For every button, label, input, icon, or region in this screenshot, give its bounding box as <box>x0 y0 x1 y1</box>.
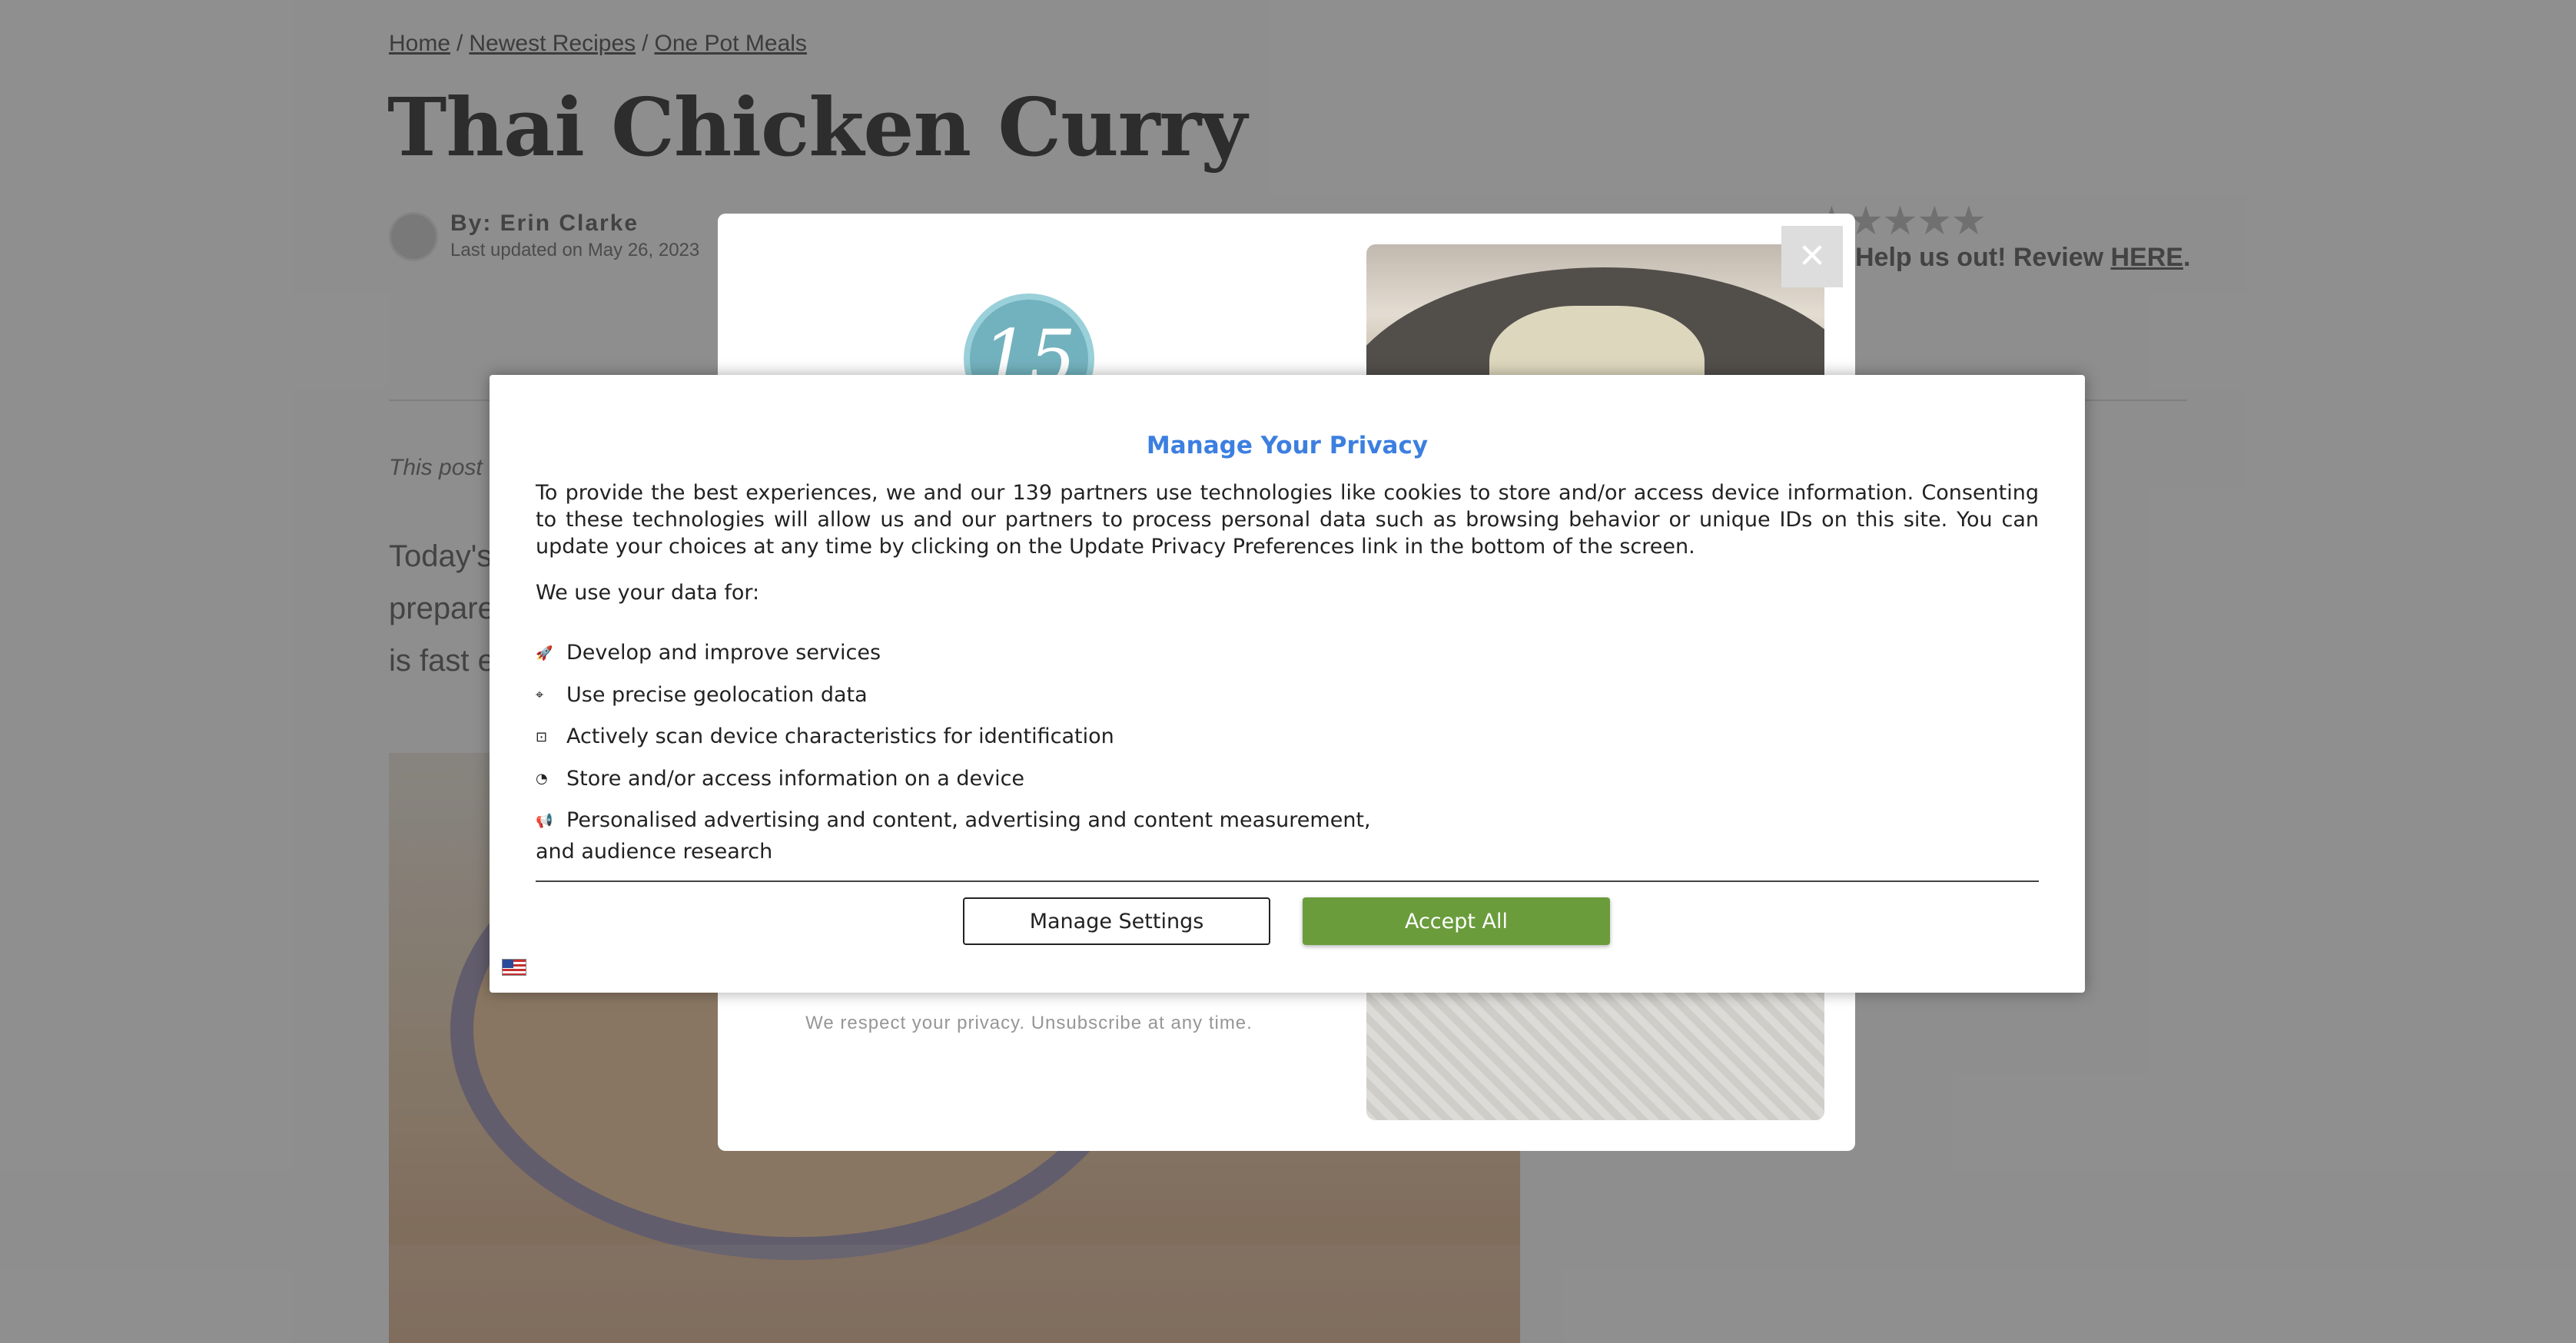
manage-settings-button[interactable]: Manage Settings <box>963 897 1270 945</box>
accept-all-button[interactable]: Accept All <box>1303 897 1610 945</box>
rocket-icon: 🚀 <box>536 645 553 662</box>
purpose-label: Store and/or access information on a dev… <box>566 766 1025 791</box>
megaphone-icon: 📢 <box>536 812 553 829</box>
purpose-label: Develop and improve services <box>566 641 881 665</box>
purpose-label: Use precise geolocation data <box>566 682 868 707</box>
consent-divider <box>536 880 2039 882</box>
consent-description: To provide the best experiences, we and … <box>536 481 2039 559</box>
purpose-label: Personalised advertising and content, ad… <box>536 808 1371 864</box>
privacy-consent-dialog: Manage Your Privacy To provide the best … <box>490 375 2085 993</box>
scan-icon: ⊡ <box>536 728 548 745</box>
consent-use-label: We use your data for: <box>536 581 760 605</box>
language-flag-icon[interactable] <box>502 959 526 976</box>
purpose-item: ◔ Store and/or access information on a de… <box>536 764 1381 795</box>
purpose-item: ⌖ Use precise geolocation data <box>536 680 1381 711</box>
consent-purpose-list: 🚀 Develop and improve services ⌖ Use preci… <box>536 638 1381 878</box>
location-pin-icon: ⌖ <box>536 687 544 703</box>
cookie-icon: ◔ <box>536 771 548 787</box>
purpose-item: 🚀 Develop and improve services <box>536 638 1381 669</box>
purpose-label: Actively scan device characteristics for… <box>566 725 1114 748</box>
purpose-item: ⊡ Actively scan device characteristics fo… <box>536 721 1381 753</box>
consent-heading: Manage Your Privacy <box>1146 432 1429 459</box>
purpose-item: 📢 Personalised advertising and content, a… <box>536 805 1381 867</box>
